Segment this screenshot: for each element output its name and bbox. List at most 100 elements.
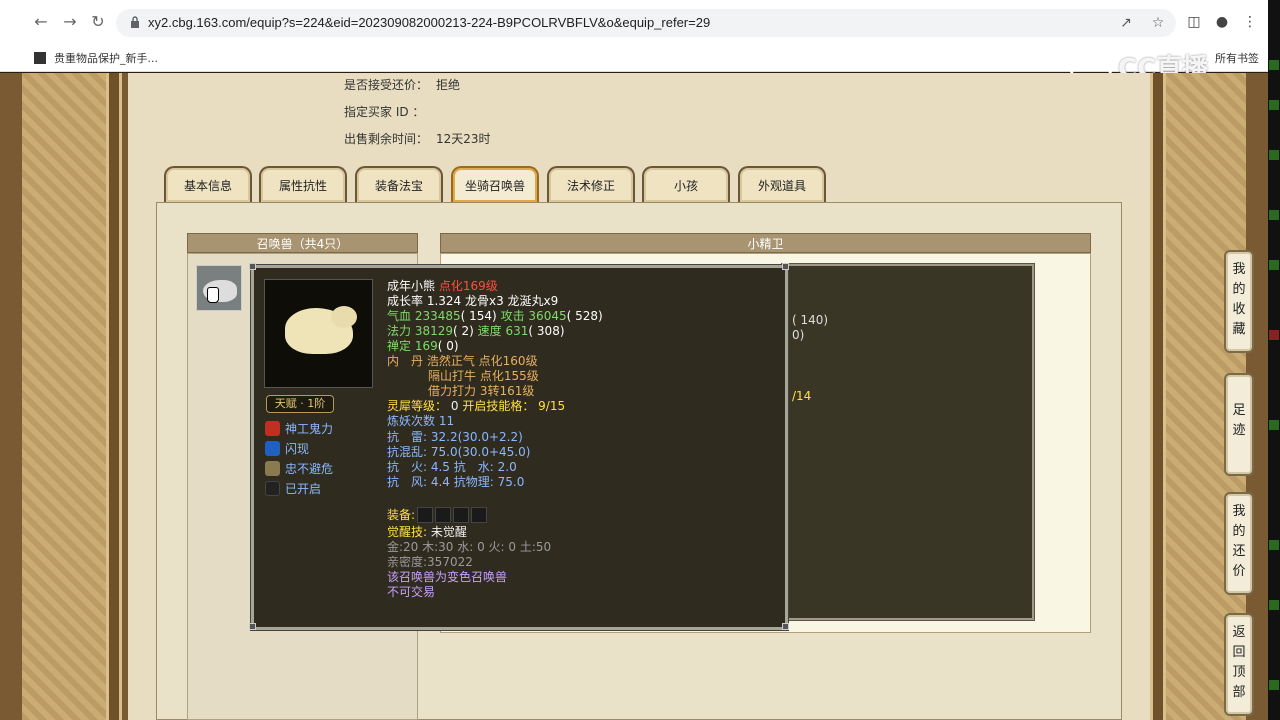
side-btn-favorites[interactable]: 我的收藏	[1224, 250, 1254, 353]
atk-label: 攻击	[500, 309, 525, 323]
skill-item: 闪现	[265, 440, 309, 457]
tab-equipment[interactable]: 装备法宝	[355, 166, 443, 202]
bookmark-item[interactable]: 贵重物品保护_新手...	[34, 50, 158, 66]
skill-label: 闪现	[285, 442, 310, 456]
skill-empty-icon	[265, 481, 280, 496]
intimacy-row: 亲密度:357022	[387, 555, 473, 569]
share-icon[interactable]: ↗	[1118, 15, 1134, 31]
skill-slot-value: 9/15	[538, 399, 566, 413]
tab-child[interactable]: 小孩	[642, 166, 730, 202]
star-icon[interactable]: ☆	[1150, 15, 1166, 31]
skill-flash-icon	[265, 441, 280, 456]
lianyao-row: 炼妖次数 11	[387, 414, 455, 428]
equip-row: 装备:	[387, 507, 488, 523]
tab-mounts-pets[interactable]: 坐骑召唤兽	[451, 166, 539, 202]
skill-item: 已开启	[265, 480, 321, 497]
equip-slot-icon	[471, 507, 488, 523]
equip-slot-icon	[453, 507, 470, 523]
accept-counteroffer-row: 是否接受还价： 拒绝	[344, 76, 460, 93]
secondary-tooltip-line: ( 140)	[792, 313, 829, 327]
kv-label: 是否接受还价：	[344, 78, 429, 92]
secondary-tooltip-line: 0)	[792, 328, 805, 342]
tab-attributes[interactable]: 属性抗性	[259, 166, 347, 202]
lingxi-value: 0	[450, 399, 459, 413]
lock-icon	[131, 16, 139, 28]
pet-list-header: 召唤兽（共4只）	[187, 233, 418, 253]
back-arrow-icon[interactable]: ←	[32, 13, 50, 31]
mp-extra: ( 2)	[453, 324, 474, 338]
pet-name: 成年小熊	[387, 279, 436, 293]
tab-spell-mod[interactable]: 法术修正	[547, 166, 635, 202]
kv-label: 出售剩余时间：	[344, 132, 429, 146]
side-btn-back-to-top[interactable]: 返回顶部	[1224, 613, 1254, 716]
lingxi-row: 灵犀等级： 0 开启技能格： 9/15	[387, 399, 565, 414]
mp-label: 法力	[387, 324, 412, 338]
atk-extra: ( 528)	[566, 309, 603, 323]
kv-value: 拒绝	[436, 78, 461, 92]
ding-label: 禅定	[387, 339, 412, 353]
neidan-3: 借力打力 3转161级	[428, 384, 535, 398]
skill-fire-icon	[265, 421, 280, 436]
tooltip-corner	[782, 263, 789, 270]
tooltip-corner	[249, 263, 256, 270]
hp-label: 气血	[387, 309, 412, 323]
resist-row-1: 抗 雷: 32.2(30.0+2.2)	[387, 430, 523, 444]
note-row-1: 该召唤兽为变色召唤兽	[387, 570, 508, 584]
mp-value: 38129	[414, 324, 454, 338]
spd-label: 速度	[477, 324, 502, 338]
skill-label: 忠不避危	[285, 462, 334, 476]
side-btn-counteroffers[interactable]: 我的还价	[1224, 492, 1254, 595]
awaken-row: 觉醒技: 未觉醒	[387, 525, 467, 540]
left-frame	[106, 73, 122, 720]
awaken-value: 未觉醒	[430, 525, 467, 539]
skill-item: 忠不避危	[265, 460, 333, 477]
bookmark-icon	[34, 52, 46, 64]
browser-toolbar: ← → ↻ xy2.cbg.163.com/equip?s=224&eid=20…	[0, 0, 1268, 44]
growth-row: 成长率 1.324 龙骨x3 龙涎丸x9	[387, 294, 559, 308]
equip-slot-icon	[435, 507, 452, 523]
remaining-time-row: 出售剩余时间： 12天23时	[344, 130, 491, 147]
spd-value: 631	[505, 324, 529, 338]
bookmark-label: 贵重物品保护_新手...	[54, 52, 158, 65]
skill-slot-label: 开启技能格：	[462, 399, 535, 413]
kv-label: 指定买家 ID ：	[344, 105, 425, 119]
sidepanel-icon[interactable]: ◫	[1185, 13, 1203, 31]
awaken-label: 觉醒技:	[387, 525, 428, 539]
ding-row: 禅定 169( 0)	[387, 339, 459, 354]
resist-row-4: 抗 风: 4.4 抗物理: 75.0	[387, 475, 525, 489]
resist-row-3: 抗 火: 4.5 抗 水: 2.0	[387, 460, 517, 474]
menu-kebab-icon[interactable]: ⋮	[1241, 13, 1259, 31]
pet-thumbnail[interactable]	[196, 265, 242, 311]
url-text[interactable]: xy2.cbg.163.com/equip?s=224&eid=20230908…	[148, 15, 710, 30]
tab-basic-info[interactable]: 基本信息	[164, 166, 252, 202]
neidan-1: 浩然正气 点化160级	[426, 354, 538, 368]
atk-value: 36045	[528, 309, 567, 323]
ding-extra: ( 0)	[437, 339, 459, 353]
left-decoration	[22, 73, 112, 720]
tab-appearance[interactable]: 外观道具	[738, 166, 826, 202]
tooltip-corner	[249, 623, 256, 630]
side-btn-label: 我的还价	[1232, 504, 1246, 579]
side-btn-history[interactable]: 足迹	[1224, 373, 1254, 476]
profile-icon[interactable]: ●	[1213, 13, 1231, 31]
side-btn-label: 足迹	[1232, 403, 1246, 438]
all-bookmarks[interactable]: 所有书签	[1215, 50, 1259, 66]
skill-label: 神工鬼力	[285, 422, 334, 436]
polar-bear-head-icon	[331, 306, 357, 328]
address-bar[interactable]: xy2.cbg.163.com/equip?s=224&eid=20230908…	[116, 9, 1176, 37]
pet-name-row: 成年小熊 点化169级	[387, 279, 498, 294]
skill-loyalty-icon	[265, 461, 280, 476]
hand-cursor-icon	[207, 287, 219, 303]
hp-extra: ( 154)	[460, 309, 497, 323]
kv-value: 12天23时	[436, 132, 491, 146]
tooltip-corner	[782, 623, 789, 630]
reload-icon[interactable]: ↻	[89, 13, 107, 31]
side-btn-label: 我的收藏	[1232, 262, 1246, 337]
skill-item: 神工鬼力	[265, 420, 333, 437]
pet-detail-header: 小精卫	[440, 233, 1091, 253]
neidan-row: 内 丹 浩然正气 点化160级	[387, 354, 538, 369]
equip-slot-icon	[417, 507, 434, 523]
designated-buyer-row: 指定买家 ID ：	[344, 103, 432, 120]
side-btn-label: 返回顶部	[1232, 625, 1246, 700]
forward-arrow-icon[interactable]: →	[61, 13, 79, 31]
